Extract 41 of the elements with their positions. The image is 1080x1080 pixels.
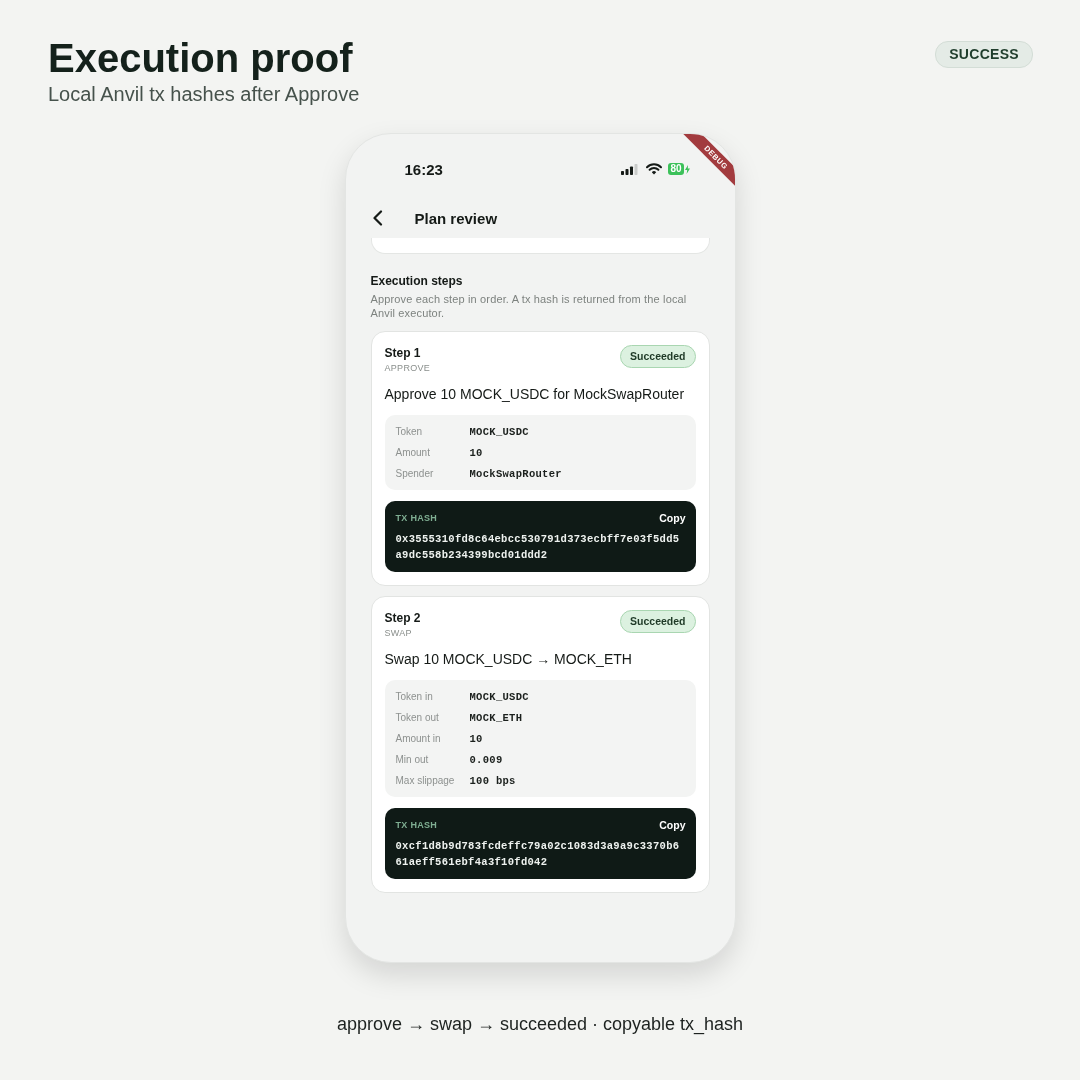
detail-label: Token xyxy=(395,426,424,437)
detail-value: MOCK_USDC xyxy=(469,425,529,438)
copy-button[interactable]: Copy xyxy=(659,511,686,525)
back-icon[interactable] xyxy=(371,210,383,226)
step-label: Step 1 xyxy=(384,345,421,362)
copy-button[interactable]: Copy xyxy=(659,818,686,832)
status-time: 16:23 xyxy=(404,160,443,178)
detail-label: Token in xyxy=(395,691,434,702)
detail-label: Token out xyxy=(395,712,440,723)
detail-value: 10 xyxy=(469,446,483,459)
detail-value: MockSwapRouter xyxy=(469,467,562,480)
status-badge: Succeeded xyxy=(620,345,696,368)
wifi-icon xyxy=(646,163,663,175)
tx-hash-label: TX HASH xyxy=(395,513,438,523)
flow-caption: approve → swap → succeeded · copyable tx_hash xyxy=(336,1013,744,1035)
section-description: Approve each step in order. A tx hash is returned from the local Anvil executor. xyxy=(370,292,688,320)
detail-label: Amount in xyxy=(395,733,442,744)
step-type: APPROVE xyxy=(384,362,431,375)
detail-label: Spender xyxy=(395,468,435,479)
signal-icon xyxy=(621,163,639,175)
detail-label: Max slippage xyxy=(395,775,456,786)
detail-label: Amount xyxy=(395,447,431,458)
detail-value: 10 xyxy=(469,732,483,745)
section-title: Execution steps xyxy=(370,273,464,289)
result-badge: SUCCESS xyxy=(935,41,1033,68)
detail-value: MOCK_USDC xyxy=(469,690,529,703)
screen-title: Plan review xyxy=(414,209,498,227)
tx-hash-value: 0x3555310fd8c64ebcc530791d373ecbff7e03f5dd5a9dc558b234399bcd01ddd2 xyxy=(395,532,681,563)
step-title: Approve 10 MOCK_USDC for MockSwapRouter xyxy=(384,385,686,404)
step-label: Step 2 xyxy=(384,610,421,627)
tx-hash-label: TX HASH xyxy=(395,820,438,830)
detail-label: Min out xyxy=(395,754,430,765)
step-type: SWAP xyxy=(384,627,412,640)
detail-value: 0.009 xyxy=(469,753,503,766)
tx-hash-value: 0xcf1d8b9d783fcdeffc79a02c1083d3a9a9c3370b661aeff561ebf4a3f10fd042 xyxy=(395,839,681,870)
page-title: Execution proof xyxy=(48,35,354,82)
detail-value: 100 bps xyxy=(469,774,516,787)
detail-value: MOCK_ETH xyxy=(469,711,523,724)
status-badge: Succeeded xyxy=(620,610,696,633)
step-title: Swap 10 MOCK_USDC → MOCK_ETH xyxy=(384,650,633,669)
page-subtitle: Local Anvil tx hashes after Approve xyxy=(48,82,360,106)
